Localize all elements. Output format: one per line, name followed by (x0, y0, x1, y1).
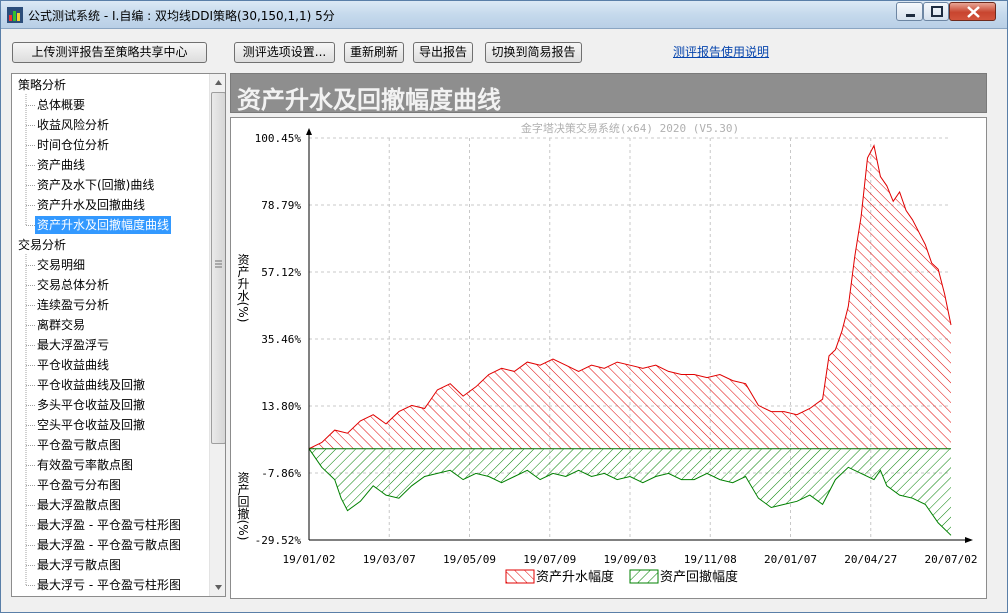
panel-header: 资产升水及回撤幅度曲线 (230, 73, 987, 114)
app-window: 公式测试系统 - I.自编 : 双均线DDI策略(30,150,1,1) 5分 … (0, 0, 1008, 613)
simple-report-button[interactable]: 切换到简易报告 (485, 42, 582, 63)
tree-item[interactable]: 总体概要 (35, 96, 87, 114)
tree-item[interactable]: 多头平仓收益及回撤 (35, 396, 147, 414)
x-tick-label: 19/01/02 (283, 553, 336, 566)
tree-item[interactable]: 平仓盈亏分布图 (35, 476, 123, 494)
x-tick-label: 19/09/03 (604, 553, 657, 566)
minimize-button[interactable] (896, 2, 923, 21)
tree-item[interactable]: 最大浮盈散点图 (35, 496, 123, 514)
tree-item[interactable]: 时间仓位分析 (35, 136, 111, 154)
x-tick-label: 20/04/27 (844, 553, 897, 566)
x-axis-arrow (965, 537, 973, 543)
scroll-up-icon[interactable] (210, 74, 226, 91)
series-area-0 (309, 145, 951, 449)
refresh-button[interactable]: 重新刷新 (344, 42, 404, 63)
tree-item[interactable]: 最大浮盈 - 平仓盈亏柱形图 (35, 516, 183, 534)
tree-item[interactable]: 最大浮盈 - 平仓盈亏散点图 (35, 536, 183, 554)
tree-item[interactable]: 离群交易 (35, 316, 87, 334)
minimize-icon (906, 14, 915, 17)
y-tick-label: 35.46% (261, 333, 301, 346)
x-tick-label: 20/07/02 (925, 553, 978, 566)
options-button[interactable]: 测评选项设置... (234, 42, 335, 63)
tree-scrollbar[interactable] (209, 74, 226, 596)
scroll-down-icon[interactable] (210, 579, 226, 596)
x-tick-label: 19/11/08 (684, 553, 737, 566)
maximize-icon (931, 6, 943, 17)
maximize-button[interactable] (923, 2, 949, 21)
chart-watermark: 金字塔决策交易系统(x64) 2020 (V5.30) (521, 121, 739, 135)
close-icon (967, 6, 980, 18)
report-tree[interactable]: 策略分析总体概要收益风险分析 时间仓位分析 资产曲线资产及水下(回撤)曲线 资产升水及… (11, 73, 226, 597)
app-icon (7, 7, 23, 23)
y-tick-label: 57.12% (261, 266, 301, 279)
tree-group-1[interactable]: 交易分析 (16, 236, 68, 254)
y-tick-label: -29.52% (255, 534, 302, 547)
tree-item[interactable]: 连续盈亏分析 (35, 296, 111, 314)
scroll-thumb[interactable] (211, 92, 225, 444)
tree-item[interactable]: 最大浮盈浮亏 (35, 336, 111, 354)
chart-panel: 金字塔决策交易系统(x64) 2020 (V5.30) 100.45% 78.79%… (230, 117, 987, 599)
window-title: 公式测试系统 - I.自编 : 双均线DDI策略(30,150,1,1) 5分 (28, 9, 335, 23)
tree-item[interactable]: 最大浮亏 - 平仓盈亏柱形图 (35, 576, 183, 594)
x-tick-label: 19/07/09 (523, 553, 576, 566)
legend-label-0: 资产升水幅度 (536, 569, 614, 585)
tree-item[interactable]: 交易总体分析 (35, 276, 111, 294)
y-tick-label: 13.80% (261, 400, 301, 413)
y-tick-label: 100.45% (255, 132, 302, 145)
x-tick-label: 19/03/07 (363, 553, 416, 566)
close-button[interactable] (949, 2, 996, 21)
tree-item[interactable]: 资产及水下(回撤)曲线 (35, 176, 156, 194)
y-tick-label: 78.79% (261, 199, 301, 212)
title-bar[interactable]: 公式测试系统 - I.自编 : 双均线DDI策略(30,150,1,1) 5分 (1, 1, 1007, 29)
upload-report-button[interactable]: 上传测评报告至策略共享中心 (12, 42, 207, 63)
help-link[interactable]: 测评报告使用说明 (673, 43, 769, 60)
tree-item[interactable]: 最大浮亏散点图 (35, 556, 123, 574)
y-label-bottom: 资产回撤(%) (236, 471, 250, 540)
y-tick-label: -7.86% (261, 467, 301, 480)
panel-title: 资产升水及回撤幅度曲线 (237, 86, 501, 114)
export-button[interactable]: 导出报告 (413, 42, 473, 63)
tree-item[interactable]: 有效盈亏率散点图 (35, 456, 135, 474)
tree-item[interactable]: 收益风险分析 (35, 116, 111, 134)
tree-item[interactable]: 资产升水及回撤幅度曲线 (35, 216, 172, 234)
tree-item[interactable]: 平仓盈亏散点图 (35, 436, 123, 454)
x-tick-label: 19/05/09 (443, 553, 496, 566)
tree-item[interactable]: 资产曲线 (35, 156, 87, 174)
tree-item[interactable]: 空头平仓收益及回撤 (35, 416, 147, 434)
grip-icon (215, 260, 222, 268)
y-axis-arrow (306, 128, 312, 135)
x-tick-label: 20/01/07 (764, 553, 817, 566)
tree-group-0[interactable]: 策略分析 (16, 76, 68, 94)
drawdown-chart: 金字塔决策交易系统(x64) 2020 (V5.30) 100.45% 78.79%… (236, 121, 978, 585)
y-label-top: 资产升水(%) (236, 253, 250, 322)
legend-swatch-1 (629, 569, 659, 584)
legend-label-1: 资产回撤幅度 (660, 569, 738, 585)
tree-item[interactable]: 资产升水及回撤曲线 (35, 196, 147, 214)
tree-item[interactable]: 交易明细 (35, 256, 87, 274)
legend-swatch-0 (505, 569, 535, 584)
tree-item[interactable]: 平仓收益曲线及回撤 (35, 376, 147, 394)
tree-item[interactable]: 平仓收益曲线 (35, 356, 111, 374)
